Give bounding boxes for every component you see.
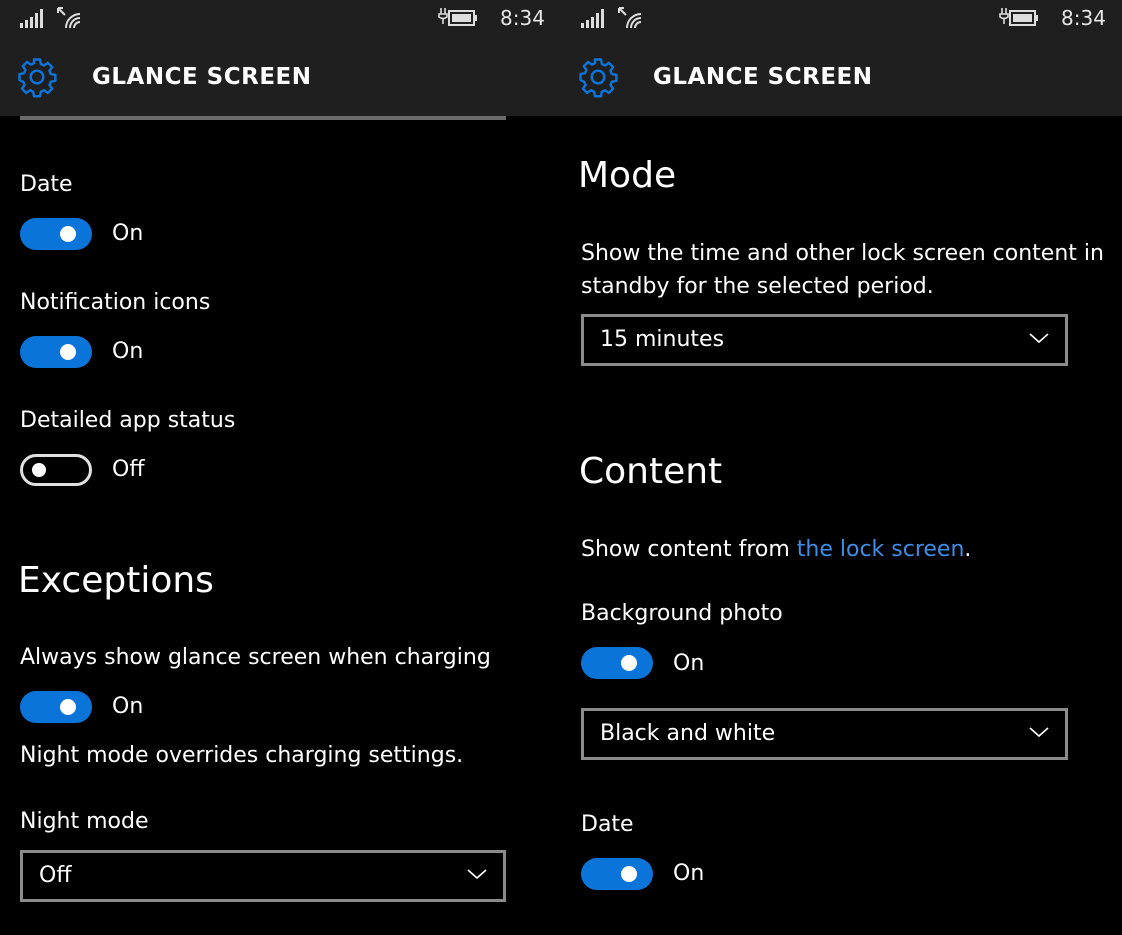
- background-photo-style-dropdown[interactable]: Black and white: [581, 708, 1068, 760]
- status-time: 8:34: [500, 6, 545, 30]
- notification-icons-label: Notification icons: [20, 290, 211, 315]
- detailed-app-status-toggle[interactable]: [20, 454, 92, 486]
- date-toggle[interactable]: [20, 218, 92, 250]
- status-bar: 8:34: [561, 0, 1122, 36]
- night-mode-value: Off: [39, 863, 72, 888]
- wifi-icon: [57, 7, 81, 29]
- background-photo-label: Background photo: [581, 601, 783, 626]
- exceptions-heading: Exceptions: [18, 560, 214, 601]
- chevron-down-icon: [1029, 727, 1049, 738]
- mode-period-value: 15 minutes: [600, 327, 725, 352]
- notification-icons-toggle-state: On: [112, 339, 144, 364]
- battery-charging-icon: [438, 8, 477, 26]
- settings-panel-right: 8:34 GLANCE SCREEN Mode Show the time an…: [561, 0, 1122, 935]
- date-toggle-state: On: [673, 861, 705, 886]
- background-photo-toggle-state: On: [673, 651, 705, 676]
- content-description-text: Show content from: [581, 537, 797, 562]
- date-label: Date: [20, 172, 73, 197]
- background-photo-style-value: Black and white: [600, 721, 776, 746]
- mode-period-dropdown[interactable]: 15 minutes: [581, 314, 1068, 366]
- wifi-icon: [618, 7, 642, 29]
- settings-panel-left: 8:34 GLANCE SCREEN Date On Notification …: [0, 0, 561, 935]
- chevron-down-icon: [1029, 333, 1049, 344]
- always-show-charging-toggle-state: On: [112, 694, 144, 719]
- chevron-down-icon: [467, 869, 487, 880]
- status-bar: 8:34: [0, 0, 561, 36]
- date-toggle-state: On: [112, 221, 144, 246]
- content-description-suffix: .: [964, 537, 972, 562]
- mode-description: Show the time and other lock screen cont…: [581, 241, 1104, 299]
- scroll-indicator: [20, 116, 506, 120]
- night-mode-note: Night mode overrides charging settings.: [20, 743, 464, 768]
- signal-strength-icon: [20, 9, 43, 28]
- page-title: GLANCE SCREEN: [653, 64, 873, 90]
- detailed-app-status-toggle-state: Off: [112, 457, 145, 482]
- date-toggle[interactable]: [581, 858, 653, 890]
- gear-icon: [18, 58, 57, 98]
- background-photo-toggle[interactable]: [581, 647, 653, 679]
- content-heading: Content: [579, 451, 723, 492]
- night-mode-dropdown[interactable]: Off: [20, 850, 506, 902]
- signal-strength-icon: [581, 9, 604, 28]
- gear-icon: [579, 58, 618, 98]
- always-show-charging-toggle[interactable]: [20, 691, 92, 723]
- battery-charging-icon: [999, 8, 1038, 26]
- page-title: GLANCE SCREEN: [92, 64, 312, 90]
- lock-screen-link[interactable]: the lock screen: [797, 537, 965, 562]
- date-label: Date: [581, 812, 634, 837]
- status-time: 8:34: [1061, 6, 1106, 30]
- night-mode-label: Night mode: [20, 809, 149, 834]
- content-description: Show content from the lock screen.: [581, 533, 971, 566]
- always-show-charging-label: Always show glance screen when charging: [20, 645, 491, 670]
- mode-heading: Mode: [578, 155, 677, 196]
- detailed-app-status-label: Detailed app status: [20, 408, 236, 433]
- notification-icons-toggle[interactable]: [20, 336, 92, 368]
